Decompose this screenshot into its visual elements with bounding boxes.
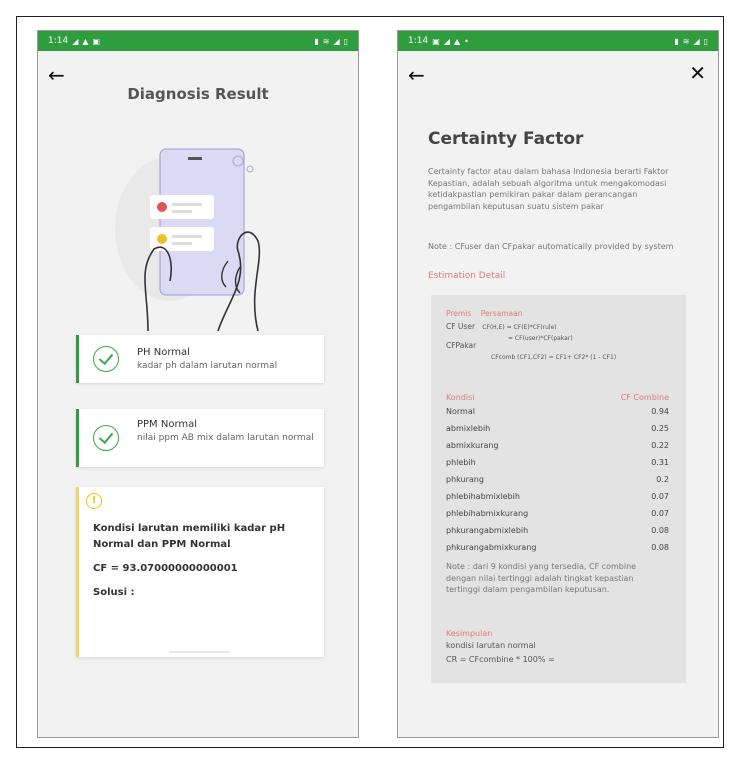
cf-user-equation: CF(H,E) = CF(E)*CF(rule) xyxy=(482,324,557,331)
table-row: phkurangabmixlebih 0.08 xyxy=(446,526,669,535)
row-kondisi: phkurangabmixkurang xyxy=(446,543,537,552)
kondisi-header: Kondisi xyxy=(446,393,475,402)
row-cf: 0.2 xyxy=(656,475,669,484)
row-kondisi: phlebihabmixkurang xyxy=(446,509,529,518)
phone-hand-illustration xyxy=(115,148,261,331)
row-cf: 0.07 xyxy=(651,492,669,501)
cell-signal-icon: ◢ xyxy=(693,36,700,46)
row-kondisi: Normal xyxy=(446,407,475,416)
cf-comb-equation: CFcomb (CF1,CF2) = CF1+ CF2* (1 - CF1) xyxy=(491,354,617,361)
premis-label: Premis xyxy=(446,309,472,318)
square-icon: ▣ xyxy=(432,36,440,46)
vibrate-icon: ▮ xyxy=(674,36,679,46)
cf-pakar-label: CFPakar xyxy=(446,341,477,350)
status-bar: 1:14 ▣ ◢ ▲ • ▮ ≋ ◢ ▯ xyxy=(398,31,718,51)
row-cf: 0.31 xyxy=(651,458,669,467)
table-row: abmixkurang 0.22 xyxy=(446,441,669,450)
status-time: 1:14 xyxy=(408,36,429,46)
app-bar: ← ✕ xyxy=(398,51,718,111)
cf-user-label: CF User xyxy=(446,322,476,331)
table-row: phlebih 0.31 xyxy=(446,458,669,467)
cf-combine-header: CF Combine xyxy=(620,393,669,402)
cell-signal-icon: ◢ xyxy=(333,36,340,46)
alert-icon: ▲ xyxy=(453,36,461,46)
row-kondisi: abmixlebih xyxy=(446,424,491,433)
phone-diagnosis-result: 1:14 ◢ ▲ ▣ ▮ ≋ ◢ ▯ ← Diagnosis Result PH… xyxy=(37,30,359,738)
row-kondisi: phlebihabmixlebih xyxy=(446,492,520,501)
table-row: phlebihabmixkurang 0.07 xyxy=(446,509,669,518)
panel-note: Note : dari 9 kondisi yang tersedia, CF … xyxy=(446,562,637,595)
card-title: PH Normal xyxy=(137,347,190,358)
signal-icon: ◢ xyxy=(443,36,450,46)
table-row: phkurangabmixkurang 0.08 xyxy=(446,543,669,552)
table-row: abmixlebih 0.25 xyxy=(446,424,669,433)
row-cf: 0.08 xyxy=(651,543,669,552)
check-circle-icon xyxy=(93,346,119,372)
card-subtitle: kadar ph dalam larutan normal xyxy=(137,361,278,371)
ph-normal-card: PH Normal kadar ph dalam larutan normal xyxy=(76,335,324,383)
alert-icon: ▲ xyxy=(82,36,89,46)
page-title: Certainty Factor xyxy=(428,129,584,149)
back-arrow-icon[interactable]: ← xyxy=(408,63,425,87)
kesimpulan-value: kondisi larutan normal xyxy=(446,641,536,650)
page-title: Diagnosis Result xyxy=(127,85,269,103)
result-message: Kondisi larutan memiliki kadar pH Normal… xyxy=(93,523,286,550)
check-circle-icon xyxy=(93,425,119,451)
row-kondisi: phlebih xyxy=(446,458,476,467)
status-time: 1:14 xyxy=(48,36,69,46)
ppm-normal-card: PPM Normal nilai ppm AB mix dalam laruta… xyxy=(76,409,324,467)
estimation-panel: Premis Persamaan CF User CF(H,E) = CF(E)… xyxy=(431,295,686,683)
dot-icon: • xyxy=(464,36,469,46)
card-divider xyxy=(169,651,229,653)
battery-icon: ▯ xyxy=(343,36,348,46)
cf-value: CF = 93.07000000000001 xyxy=(93,563,238,574)
square-icon: ▣ xyxy=(92,36,101,46)
cf-note: Note : CFuser dan CFpakar automatically … xyxy=(428,242,674,251)
table-row: phkurang 0.2 xyxy=(446,475,669,484)
wifi-icon: ≋ xyxy=(322,36,330,46)
cf-pakar-equation: = CF(user)*CF(pakar) xyxy=(508,335,573,342)
cf-table-header: Kondisi CF Combine xyxy=(446,393,669,402)
row-cf: 0.94 xyxy=(651,407,669,416)
wifi-icon: ≋ xyxy=(682,36,690,46)
row-cf: 0.25 xyxy=(651,424,669,433)
warning-circle-icon: ! xyxy=(86,493,102,509)
vibrate-icon: ▮ xyxy=(314,36,319,46)
estimation-detail-label: Estimation Detail xyxy=(428,271,506,281)
row-cf: 0.22 xyxy=(651,441,669,450)
solution-label: Solusi : xyxy=(93,587,135,598)
cr-formula: CR = CFcombine * 100% = xyxy=(446,655,555,664)
row-kondisi: abmixkurang xyxy=(446,441,499,450)
row-cf: 0.07 xyxy=(651,509,669,518)
close-icon[interactable]: ✕ xyxy=(689,61,706,85)
status-bar: 1:14 ◢ ▲ ▣ ▮ ≋ ◢ ▯ xyxy=(38,31,358,51)
kesimpulan-label: Kesimpulan xyxy=(446,629,493,638)
card-subtitle: nilai ppm AB mix dalam larutan normal xyxy=(137,433,314,443)
card-title: PPM Normal xyxy=(137,419,198,430)
persamaan-label: Persamaan xyxy=(480,309,523,318)
app-bar: ← Diagnosis Result xyxy=(38,51,358,111)
cf-description: Certainty factor atau dalam bahasa Indon… xyxy=(428,167,669,211)
phone-certainty-factor: 1:14 ▣ ◢ ▲ • ▮ ≋ ◢ ▯ ← ✕ Certainty Facto… xyxy=(397,30,719,738)
back-arrow-icon[interactable]: ← xyxy=(48,63,65,87)
signal-icon: ◢ xyxy=(72,36,79,46)
row-kondisi: phkurang xyxy=(446,475,484,484)
row-kondisi: phkurangabmixlebih xyxy=(446,526,529,535)
battery-icon: ▯ xyxy=(703,36,708,46)
table-row: phlebihabmixlebih 0.07 xyxy=(446,492,669,501)
row-cf: 0.08 xyxy=(651,526,669,535)
table-row: Normal 0.94 xyxy=(446,407,669,416)
result-card: ! Kondisi larutan memiliki kadar pH Norm… xyxy=(76,487,324,657)
